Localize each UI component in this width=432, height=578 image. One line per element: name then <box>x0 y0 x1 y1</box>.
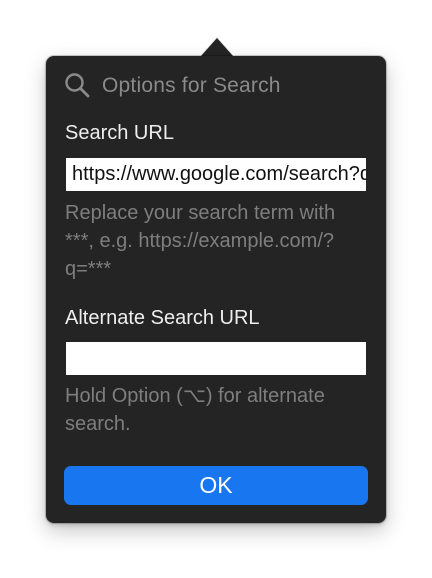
alternate-search-url-input[interactable] <box>66 342 366 375</box>
search-url-label: Search URL <box>65 122 174 144</box>
search-icon <box>64 72 90 98</box>
ok-button[interactable]: OK <box>64 466 368 505</box>
popover-title: Options for Search <box>102 73 281 97</box>
search-url-help-text: Replace your search term with ***, e.g. … <box>65 202 336 280</box>
popover-header: Options for Search <box>64 71 281 99</box>
popover-arrow <box>201 38 233 56</box>
alternate-search-url-label: Alternate Search URL <box>65 307 260 329</box>
search-url-input[interactable] <box>66 158 366 191</box>
popover-stage: Options for Search Search URL Replace yo… <box>0 0 432 578</box>
search-options-popover: Options for Search Search URL Replace yo… <box>46 56 386 523</box>
alternate-search-help-text: Hold Option (⌥) for alternate search. <box>65 385 325 435</box>
